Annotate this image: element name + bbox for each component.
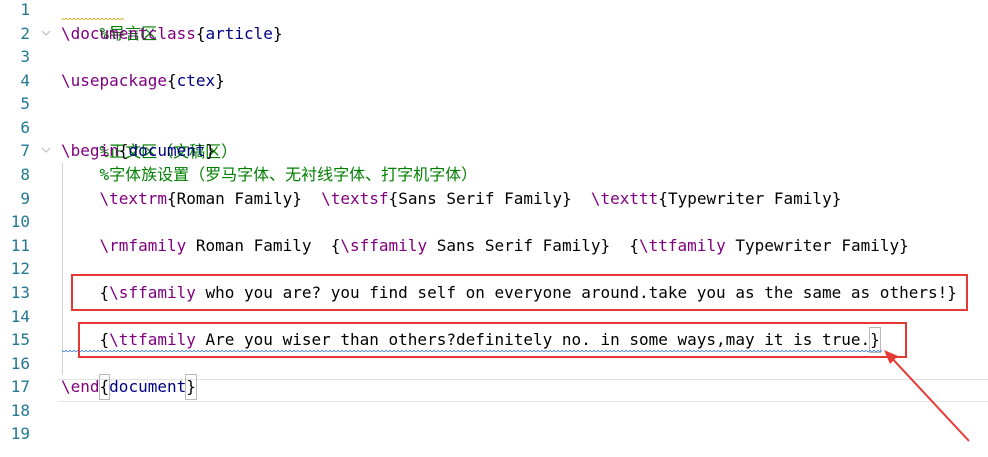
latex-command: \texttt <box>590 189 659 208</box>
line-number: 6 <box>20 118 30 137</box>
brace: { <box>330 236 341 255</box>
brace: } <box>292 189 302 208</box>
code-line-17[interactable]: \end{document} <box>61 374 197 400</box>
body-text: Roman Family <box>176 189 293 208</box>
code-line-7[interactable]: \begin{document} <box>61 139 215 163</box>
brace: } <box>205 141 216 160</box>
code-line-9[interactable]: \textrm{Roman Family} \textsf{Sans Serif… <box>61 187 842 211</box>
command-argument: document <box>109 377 187 396</box>
line-number: 16 <box>10 354 30 373</box>
code-line-11[interactable]: \rmfamily Roman Family {\sffamily Sans S… <box>61 234 909 258</box>
line-number: 7 <box>20 141 30 160</box>
latex-command: \textsf <box>321 189 389 208</box>
line-number: 13 <box>10 283 30 302</box>
latex-command: \documentclass <box>61 24 196 43</box>
line-number: 12 <box>10 259 30 278</box>
latex-command: \end <box>61 377 100 396</box>
command-argument: ctex <box>176 71 216 90</box>
brace: { <box>166 71 177 90</box>
line-number: 9 <box>20 189 30 208</box>
chevron-down-icon[interactable] <box>40 22 52 46</box>
brace: } <box>215 71 225 90</box>
brace: } <box>185 374 197 400</box>
line-number: 11 <box>10 236 30 255</box>
line-number: 5 <box>20 94 30 113</box>
line-number: 15 <box>10 330 30 349</box>
code-line-4[interactable]: \usepackage{ctex} <box>61 69 225 93</box>
line-number: 2 <box>20 24 30 43</box>
arrow-icon <box>884 350 970 442</box>
code-editor[interactable]: 1 2 3 4 5 6 7 8 9 10 11 12 13 14 15 16 1… <box>0 0 988 457</box>
brace: } <box>831 189 842 208</box>
code-line-8[interactable]: %字体族设置（罗马字体、无衬线字体、打字机字体） <box>61 163 478 187</box>
code-line-6[interactable]: %正文区（文稿区） <box>61 116 238 161</box>
brace: { <box>118 141 129 160</box>
brace: } <box>561 189 572 208</box>
body-text: Typewriter Family <box>725 236 900 255</box>
brace: { <box>195 24 206 43</box>
line-number: 14 <box>10 307 30 326</box>
brace: { <box>629 236 640 255</box>
latex-command: \sffamily <box>340 236 428 255</box>
command-argument: document <box>128 141 206 160</box>
body-text: Roman Family <box>186 236 331 255</box>
body-text: Typewriter Family <box>667 189 832 208</box>
comment-text: %字体族设置（罗马字体、无衬线字体、打字机字体） <box>99 165 478 184</box>
latex-command: \rmfamily <box>99 236 187 255</box>
command-argument: article <box>205 24 273 43</box>
brace: } <box>272 24 283 43</box>
latex-command: \ttfamily <box>639 236 726 255</box>
latex-command: \usepackage <box>61 71 167 90</box>
latex-command: \begin <box>61 141 119 160</box>
line-number: 8 <box>20 165 30 184</box>
line-number: 19 <box>10 424 30 443</box>
current-line-highlight <box>58 379 988 402</box>
line-number: 17 <box>10 377 30 396</box>
brace: { <box>166 189 177 208</box>
body-text: Sans Serif Family <box>427 236 601 255</box>
brace: } <box>600 236 611 255</box>
brace: { <box>658 189 668 208</box>
line-number: 10 <box>10 212 30 231</box>
line-number: 18 <box>10 401 30 420</box>
chevron-down-icon[interactable] <box>40 139 52 163</box>
line-number: 3 <box>20 47 30 66</box>
line-number: 1 <box>20 0 30 19</box>
brace: { <box>98 374 111 400</box>
line-number-gutter: 1 2 3 4 5 6 7 8 9 10 11 12 13 14 15 16 1… <box>0 0 38 457</box>
brace: } <box>899 236 909 255</box>
annotation-box-line-15 <box>78 322 907 358</box>
code-line-2[interactable]: \documentclass{article} <box>61 22 283 46</box>
line-number: 4 <box>20 71 30 90</box>
brace: { <box>388 189 399 208</box>
body-text: Sans Serif Family <box>398 189 562 208</box>
annotation-box-line-13 <box>71 274 968 311</box>
latex-command: \textrm <box>99 189 167 208</box>
